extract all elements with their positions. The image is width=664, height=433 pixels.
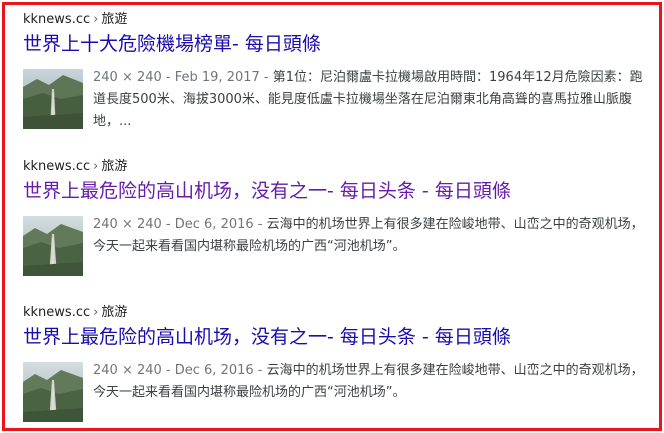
result-snippet: 240 × 240 - Dec 6, 2016 - 云海中的机场世界上有很多建在…	[93, 214, 653, 258]
result-title-link[interactable]: 世界上最危险的高山机场，没有之一- 每日头条 - 每日頭條	[23, 177, 653, 205]
breadcrumb-separator: ›	[93, 159, 99, 174]
result-thumbnail[interactable]	[23, 362, 83, 422]
search-result: kknews.cc › 旅遊 世界上十大危險機場榜單- 每日頭條 240 × 2…	[23, 10, 653, 129]
result-thumbnail[interactable]	[23, 69, 83, 129]
search-result: kknews.cc › 旅游 世界上最危险的高山机场，没有之一- 每日头条 - 每日…	[23, 157, 653, 276]
result-snippet: 240 × 240 - Feb 19, 2017 - 第1位：尼泊爾盧卡拉機場啟…	[93, 67, 653, 133]
result-meta: 240 × 240 - Dec 6, 2016 -	[93, 363, 267, 378]
result-site: kknews.cc	[23, 305, 91, 320]
result-section: 旅游	[101, 305, 128, 320]
result-site: kknews.cc	[23, 159, 91, 174]
result-body: 240 × 240 - Dec 6, 2016 - 云海中的机场世界上有很多建在…	[23, 360, 653, 426]
result-meta: 240 × 240 - Dec 6, 2016 -	[93, 217, 267, 232]
result-breadcrumb[interactable]: kknews.cc › 旅遊	[23, 10, 653, 30]
breadcrumb-separator: ›	[93, 305, 99, 320]
breadcrumb-separator: ›	[93, 12, 99, 27]
result-body: 240 × 240 - Dec 6, 2016 - 云海中的机场世界上有很多建在…	[23, 214, 653, 280]
result-title-link[interactable]: 世界上最危险的高山机场，没有之一- 每日头条 - 每日頭條	[23, 323, 653, 351]
result-site: kknews.cc	[23, 12, 91, 27]
result-thumbnail[interactable]	[23, 216, 83, 276]
result-section: 旅遊	[101, 12, 128, 27]
search-result: kknews.cc › 旅游 世界上最危险的高山机场，没有之一- 每日头条 - 每日…	[23, 303, 653, 422]
result-body: 240 × 240 - Feb 19, 2017 - 第1位：尼泊爾盧卡拉機場啟…	[23, 67, 653, 133]
highlight-frame: kknews.cc › 旅遊 世界上十大危險機場榜單- 每日頭條 240 × 2…	[2, 2, 662, 431]
result-meta: 240 × 240 - Feb 19, 2017 -	[93, 70, 273, 85]
result-breadcrumb[interactable]: kknews.cc › 旅游	[23, 303, 653, 323]
result-snippet: 240 × 240 - Dec 6, 2016 - 云海中的机场世界上有很多建在…	[93, 360, 653, 404]
result-title-link[interactable]: 世界上十大危險機場榜單- 每日頭條	[23, 30, 653, 58]
result-section: 旅游	[101, 159, 128, 174]
result-breadcrumb[interactable]: kknews.cc › 旅游	[23, 157, 653, 177]
